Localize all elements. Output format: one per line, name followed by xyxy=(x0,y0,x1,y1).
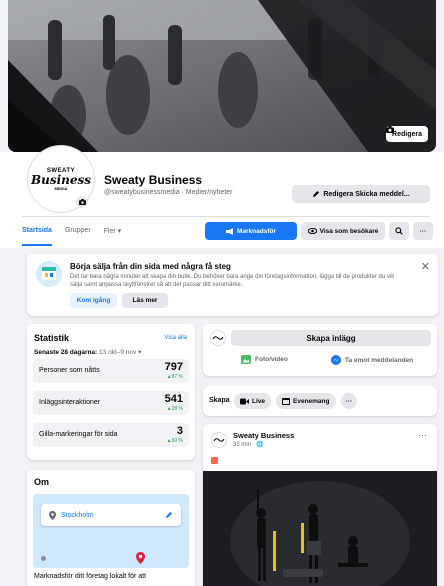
camera-icon xyxy=(386,126,395,133)
setup-title: Börja sälja från din sida med några få s… xyxy=(70,262,231,271)
pencil-icon[interactable] xyxy=(165,511,173,519)
post-author-avatar[interactable] xyxy=(211,432,227,448)
page-avatar-small xyxy=(210,330,226,346)
sweaty-logo-icon xyxy=(213,438,225,442)
megaphone-icon xyxy=(225,227,233,235)
page-title: Sweaty Business xyxy=(104,173,203,187)
quick-create-bar: Skapa Live Evenemang ··· xyxy=(203,386,437,416)
photo-icon xyxy=(241,355,251,364)
cover-image xyxy=(8,0,436,152)
cover-photo: Redigera xyxy=(8,0,436,152)
photo-video-button[interactable]: Foto/video xyxy=(241,355,288,364)
stat-delta: ▲87 % xyxy=(166,374,183,380)
edit-send-message-label: Redigera Skicka meddel... xyxy=(323,190,410,198)
logo-line-3: MEDIA xyxy=(54,185,68,191)
stat-page-likes[interactable]: Gilla-markeringar för sida 3 ▲50 % xyxy=(33,423,189,447)
post-author-name[interactable]: Sweaty Business xyxy=(233,431,294,440)
period-selector[interactable]: Senaste 28 dagarna: 13 okt–9 nov ▾ xyxy=(34,348,141,356)
live-button[interactable]: Live xyxy=(234,393,272,409)
pencil-icon xyxy=(313,191,320,197)
quick-create-label: Skapa xyxy=(209,397,230,404)
location-field[interactable]: Stockholm xyxy=(41,504,181,526)
receive-messages-button[interactable]: Ta emot meddelanden xyxy=(331,355,413,365)
period-value: 13 okt–9 nov ▾ xyxy=(99,349,142,356)
header-divider xyxy=(22,216,430,217)
about-promo-text: Marknadsför ditt företag lokalt för att xyxy=(34,573,147,580)
live-label: Live xyxy=(252,397,266,405)
tab-groups[interactable]: Grupper xyxy=(65,224,91,246)
shop-setup-card: Börja sälja från din sida med några få s… xyxy=(27,254,438,316)
event-button[interactable]: Evenemang xyxy=(276,393,336,409)
map-marker-dot xyxy=(41,556,46,561)
advertise-label: Marknadsför xyxy=(236,227,276,235)
more-options-button[interactable]: ··· xyxy=(413,222,433,240)
stat-value: 541 xyxy=(164,393,183,405)
more-dots-icon: ··· xyxy=(419,227,427,235)
create-post-card: Skapa inlägg Foto/video Ta emot meddelan… xyxy=(203,324,437,376)
search-button[interactable] xyxy=(389,222,409,240)
create-post-button[interactable]: Skapa inlägg xyxy=(231,330,431,346)
logo-line-2: Business xyxy=(30,172,92,187)
statistics-title: Statistik xyxy=(34,333,70,343)
calendar-icon xyxy=(282,398,290,405)
location-pin-icon xyxy=(49,510,56,520)
get-started-button[interactable]: Kom igång xyxy=(70,293,117,308)
photo-video-label: Foto/video xyxy=(255,356,288,363)
edit-cover-label: Redigera xyxy=(392,130,422,138)
period-label: Senaste 28 dagarna: xyxy=(34,349,98,356)
edit-avatar-button[interactable] xyxy=(76,196,88,208)
statistics-card: Statistik Visa alla Senaste 28 dagarna: … xyxy=(27,324,195,460)
about-title: Om xyxy=(34,477,50,487)
post-flag-icon xyxy=(211,457,218,464)
map-pin-icon xyxy=(136,552,145,564)
location-name: Stockholm xyxy=(61,511,94,519)
camera-icon xyxy=(78,199,86,205)
page-tabs: Startsida Grupper Fler ▾ xyxy=(22,224,121,246)
sweaty-logo-icon xyxy=(212,336,224,340)
learn-more-button[interactable]: Läs mer xyxy=(122,293,168,308)
setup-description: Det tar bara några minuter att skapa din… xyxy=(70,274,394,288)
search-icon xyxy=(395,227,403,235)
live-video-icon xyxy=(240,398,249,404)
stat-label: Inläggsinteraktioner xyxy=(39,399,101,406)
eye-icon xyxy=(307,228,317,234)
location-map[interactable]: Stockholm xyxy=(33,494,189,568)
advertise-button[interactable]: Marknadsför xyxy=(205,222,297,240)
view-as-visitor-button[interactable]: Visa som besökare xyxy=(301,222,385,240)
edit-send-message-button[interactable]: Redigera Skicka meddel... xyxy=(292,185,430,203)
messenger-icon xyxy=(331,355,341,365)
stat-interactions[interactable]: Inläggsinteraktioner 541 ▲28 % xyxy=(33,391,189,415)
tab-more[interactable]: Fler ▾ xyxy=(104,224,122,246)
see-all-link[interactable]: Visa alla xyxy=(164,335,187,341)
post-timestamp[interactable]: 33 min · 🌐 xyxy=(233,441,264,448)
stat-reach[interactable]: Personer som nåtts 797 ▲87 % xyxy=(33,359,189,383)
shop-illustration-icon xyxy=(36,261,62,287)
view-as-visitor-label: Visa som besökare xyxy=(319,227,379,235)
stat-value: 3 xyxy=(176,425,183,437)
event-label: Evenemang xyxy=(293,397,330,405)
stat-value: 797 xyxy=(164,361,183,373)
feed-post: Sweaty Business 33 min · 🌐 ··· xyxy=(203,424,437,586)
close-icon[interactable]: ✕ xyxy=(421,260,430,273)
more-create-options-button[interactable]: ··· xyxy=(341,393,357,409)
page-header: SWEATY Business MEDIA Sweaty Business @s… xyxy=(0,146,444,248)
stat-label: Personer som nåtts xyxy=(39,367,100,374)
tab-home[interactable]: Startsida xyxy=(22,224,52,246)
edit-cover-button[interactable]: Redigera xyxy=(386,126,428,142)
post-photo xyxy=(203,471,437,586)
post-more-options[interactable]: ··· xyxy=(418,430,427,440)
post-image[interactable] xyxy=(203,471,437,586)
page-subtitle: @sweatybusinessmedia · Medier/nyheter xyxy=(104,189,233,196)
about-card: Om Stockholm Marknadsför ditt företag lo… xyxy=(27,470,195,586)
stat-label: Gilla-markeringar för sida xyxy=(39,431,118,438)
receive-messages-label: Ta emot meddelanden xyxy=(345,356,414,364)
stat-delta: ▲50 % xyxy=(166,438,183,444)
stat-delta: ▲28 % xyxy=(166,406,183,412)
